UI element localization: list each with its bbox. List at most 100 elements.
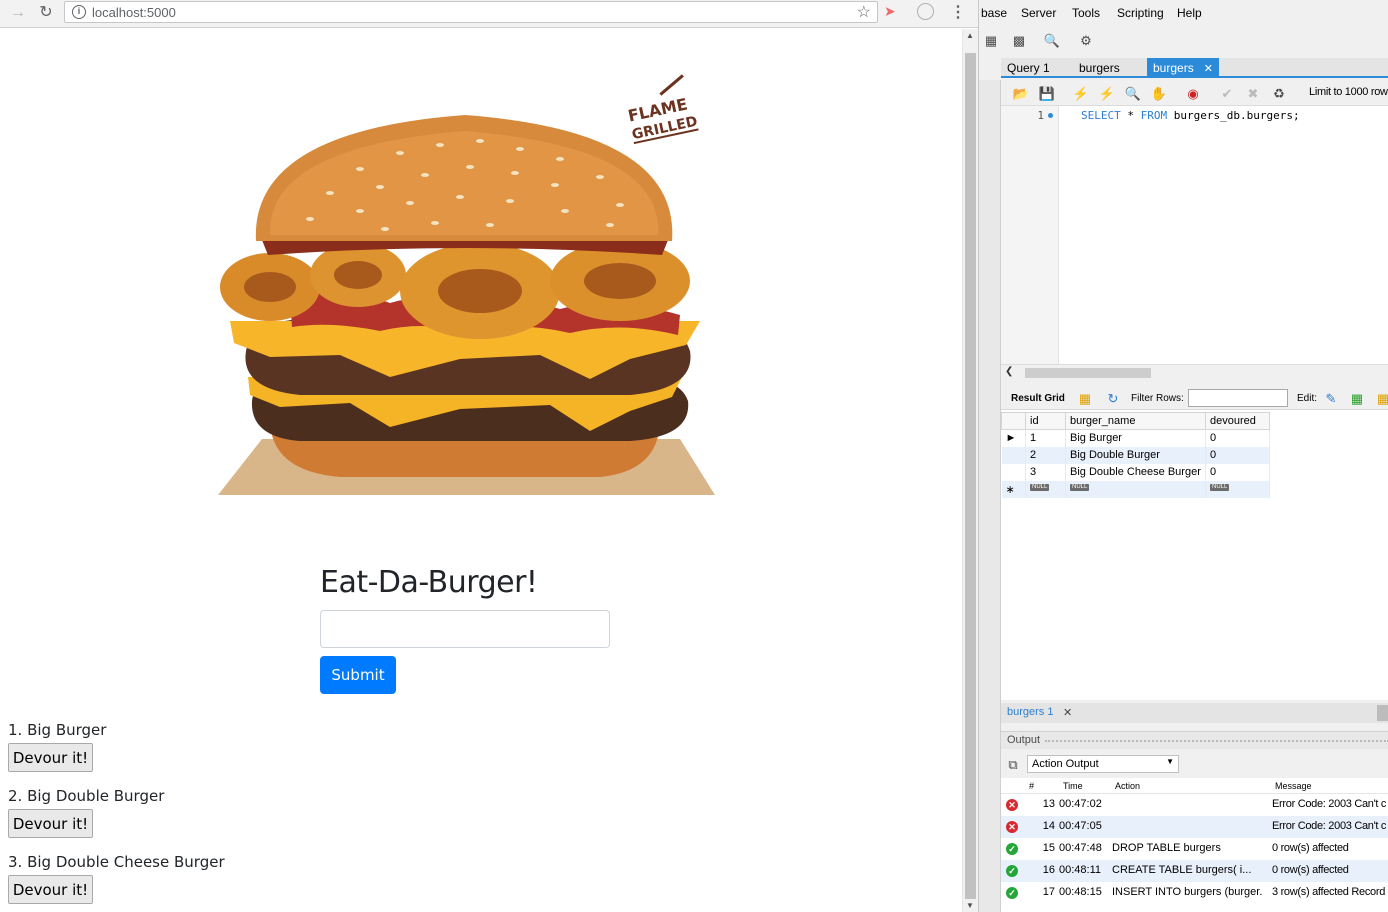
table-row[interactable]: ► 1 Big Burger 0 bbox=[1001, 429, 1270, 447]
cell-id[interactable]: 3 bbox=[1025, 463, 1066, 481]
output-row[interactable]: ✕ 14 00:47:05 Error Code: 2003 Can't c bbox=[1001, 816, 1388, 838]
address-bar[interactable]: i localhost:5000 ☆ bbox=[64, 1, 878, 23]
output-row[interactable]: ✓ 17 00:48:15 INSERT INTO burgers (burge… bbox=[1001, 882, 1388, 904]
scroll-left-arrow-icon[interactable]: ❮ bbox=[1005, 366, 1013, 377]
tab-burgers-active[interactable]: burgers ✕ bbox=[1147, 58, 1219, 78]
url-text[interactable]: localhost:5000 bbox=[92, 5, 176, 20]
output-message: 3 row(s) affected Record bbox=[1272, 886, 1386, 898]
tab-query-1[interactable]: Query 1 bbox=[1001, 58, 1056, 78]
output-selector-row: ⧉ Action Output ▼ bbox=[1001, 752, 1388, 776]
devour-button[interactable]: Devour it! bbox=[8, 809, 93, 838]
rollback-icon[interactable]: ✖ bbox=[1243, 83, 1263, 103]
col-action[interactable]: Action bbox=[1115, 781, 1140, 791]
cell-burger-name[interactable]: Big Burger bbox=[1065, 429, 1206, 447]
table-row[interactable]: 3 Big Double Cheese Burger 0 bbox=[1001, 463, 1270, 481]
editor-hscrollbar[interactable]: ❮ bbox=[1001, 364, 1388, 380]
devour-button[interactable]: Devour it! bbox=[8, 743, 93, 772]
refresh-icon[interactable]: ↻ bbox=[1103, 388, 1123, 408]
result-tab-burgers-1[interactable]: burgers 1 bbox=[1007, 706, 1053, 718]
delete-row-icon[interactable]: ▦ bbox=[1373, 388, 1388, 408]
success-icon: ✓ bbox=[1006, 843, 1018, 855]
output-num: 14 bbox=[1042, 820, 1055, 832]
server-status-icon[interactable]: ▩ bbox=[1009, 30, 1029, 50]
toggle-error-icon[interactable]: ◉ bbox=[1183, 83, 1203, 103]
save-icon[interactable]: 💾 bbox=[1037, 83, 1057, 103]
cell-id[interactable]: 1 bbox=[1025, 429, 1066, 447]
output-time: 00:47:48 bbox=[1059, 842, 1102, 854]
cell-devoured[interactable]: 0 bbox=[1205, 463, 1270, 481]
column-header-burger-name[interactable]: burger_name bbox=[1065, 412, 1206, 430]
devour-button[interactable]: Devour it! bbox=[8, 875, 93, 904]
cell-devoured[interactable]: 0 bbox=[1205, 446, 1270, 464]
execute-icon[interactable]: ⚡ bbox=[1071, 83, 1091, 103]
browser-menu-icon[interactable]: ⋮ bbox=[950, 2, 966, 22]
row-marker-header bbox=[1001, 412, 1026, 430]
burger-name-input[interactable] bbox=[320, 610, 610, 648]
manage-connections-icon[interactable]: ▦ bbox=[981, 30, 1001, 50]
scrollbar-thumb[interactable] bbox=[965, 53, 976, 899]
add-row-icon[interactable]: ▦ bbox=[1347, 388, 1367, 408]
burger-image: FLAME GRILLED bbox=[218, 74, 715, 495]
copy-icon[interactable]: ⧉ bbox=[1003, 754, 1023, 774]
column-header-devoured[interactable]: devoured bbox=[1205, 412, 1270, 430]
cell-id[interactable]: 2 bbox=[1025, 446, 1066, 464]
page-scrollbar[interactable]: ▲ ▼ bbox=[962, 29, 978, 912]
column-header-id[interactable]: id bbox=[1025, 412, 1066, 430]
execute-current-icon[interactable]: ⚡ bbox=[1097, 83, 1117, 103]
error-icon: ✕ bbox=[1006, 821, 1018, 833]
null-cell-id[interactable]: NULL bbox=[1025, 480, 1066, 498]
col-number[interactable]: # bbox=[1029, 781, 1034, 791]
reconnect-icon[interactable]: ⚙ bbox=[1076, 30, 1096, 50]
output-header-row: # Time Action Message bbox=[1001, 778, 1388, 794]
submit-button[interactable]: Submit bbox=[320, 656, 396, 694]
extension-circle-icon[interactable] bbox=[917, 3, 934, 20]
output-row[interactable]: ✓ 16 00:48:11 CREATE TABLE burgers( i...… bbox=[1001, 860, 1388, 882]
burger-item-label: 2. Big Double Burger bbox=[8, 787, 165, 805]
col-time[interactable]: Time bbox=[1063, 781, 1083, 791]
new-row[interactable]: ∗ NULL NULL NULL bbox=[1001, 480, 1270, 498]
close-icon[interactable]: ✕ bbox=[1204, 63, 1213, 75]
sql-editor[interactable]: 1 SELECT * FROM burgers_db.burgers; bbox=[1001, 106, 1388, 364]
open-folder-icon[interactable]: 📂 bbox=[1011, 83, 1031, 103]
info-icon[interactable]: i bbox=[72, 5, 86, 19]
reload-icon[interactable]: ↻ bbox=[34, 2, 58, 24]
close-icon[interactable]: ✕ bbox=[1063, 706, 1072, 719]
back-arrow-icon[interactable]: → bbox=[6, 2, 30, 24]
output-type-select[interactable]: Action Output ▼ bbox=[1027, 755, 1179, 773]
cell-burger-name[interactable]: Big Double Cheese Burger bbox=[1065, 463, 1206, 481]
menu-scripting[interactable]: Scripting bbox=[1117, 6, 1164, 20]
menu-tools[interactable]: Tools bbox=[1072, 6, 1100, 20]
grid-view-icon[interactable]: ▦ bbox=[1075, 388, 1095, 408]
drag-grip[interactable] bbox=[1045, 740, 1388, 742]
output-row[interactable]: ✕ 13 00:47:02 Error Code: 2003 Can't c bbox=[1001, 794, 1388, 816]
inspector-icon[interactable]: 🔍 bbox=[1042, 30, 1062, 50]
extension-icon[interactable]: ➤ bbox=[884, 3, 896, 20]
null-cell-burger-name[interactable]: NULL bbox=[1065, 480, 1206, 498]
hscroll-thumb[interactable] bbox=[1025, 368, 1151, 378]
stop-icon[interactable]: ✋ bbox=[1149, 83, 1169, 103]
filter-rows-input[interactable] bbox=[1188, 389, 1288, 407]
output-time: 00:48:15 bbox=[1059, 886, 1102, 898]
cell-devoured[interactable]: 0 bbox=[1205, 429, 1270, 447]
output-row[interactable]: ✓ 15 00:47:48 DROP TABLE burgers 0 row(s… bbox=[1001, 838, 1388, 860]
explain-icon[interactable]: 🔍 bbox=[1123, 83, 1143, 103]
result-grid-label[interactable]: Result Grid bbox=[1011, 393, 1065, 404]
autocommit-icon[interactable]: ♻ bbox=[1269, 83, 1289, 103]
cell-burger-name[interactable]: Big Double Burger bbox=[1065, 446, 1206, 464]
tab-burgers[interactable]: burgers bbox=[1073, 58, 1126, 78]
menu-server[interactable]: Server bbox=[1021, 6, 1056, 20]
commit-icon[interactable]: ✔ bbox=[1217, 83, 1237, 103]
edit-row-icon[interactable]: ✎ bbox=[1321, 388, 1341, 408]
col-message[interactable]: Message bbox=[1275, 781, 1312, 791]
null-cell-devoured[interactable]: NULL bbox=[1205, 480, 1270, 498]
table-row[interactable]: 2 Big Double Burger 0 bbox=[1001, 446, 1270, 464]
scroll-down-arrow-icon[interactable]: ▼ bbox=[966, 901, 974, 910]
sql-statement[interactable]: SELECT * FROM burgers_db.burgers; bbox=[1081, 109, 1300, 122]
scroll-up-arrow-icon[interactable]: ▲ bbox=[966, 31, 974, 40]
bookmark-star-icon[interactable]: ☆ bbox=[857, 2, 871, 22]
result-tabs-scroll[interactable] bbox=[1377, 705, 1388, 721]
menu-help[interactable]: Help bbox=[1177, 6, 1202, 20]
menu-database[interactable]: base bbox=[981, 6, 1007, 20]
edit-label: Edit: bbox=[1297, 393, 1318, 404]
limit-rows-select[interactable]: Limit to 1000 row bbox=[1309, 86, 1388, 98]
